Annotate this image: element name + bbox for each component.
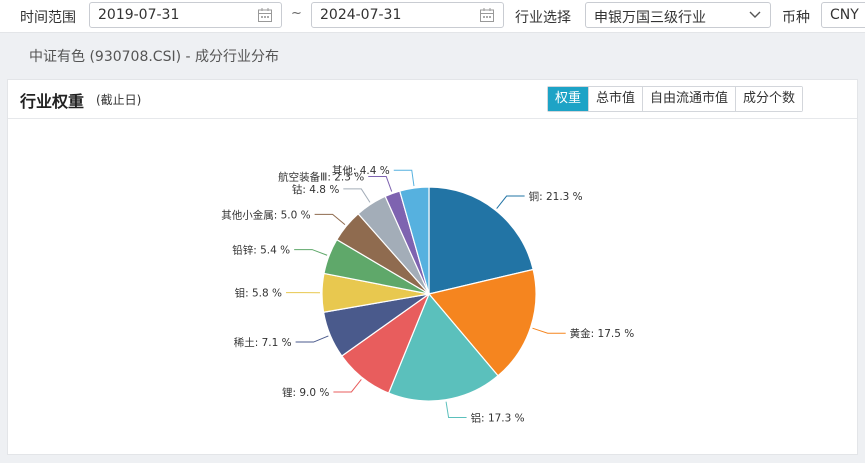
industry-select-value: 申银万国三级行业 [594,10,706,26]
start-date-input[interactable]: 2019-07-31 [89,2,282,28]
pie-leader-line-7 [314,213,346,225]
pie-leader-line-10 [393,169,415,187]
currency-label: 币种 [782,10,810,26]
pie-leader-line-6 [294,249,328,256]
end-date-input[interactable]: 2024-07-31 [311,2,504,28]
pie-chart: 铜: 21.3 % 黄金: 17.5 % 铝: 17.3 % 锂: 9.0 % 稀土: … [221,164,635,424]
pie-label-5: 钼: 5.8 % [235,287,282,300]
pie-label-3: 锂: 9.0 % [282,386,329,399]
date-separator: ~ [291,6,302,21]
pie-leader-line-0 [496,195,525,209]
pie-leader-line-3 [333,379,362,393]
industry-weight-panel: 行业权重 (截止日) 权重 总市值 自由流通市值 成分个数 铜: 21.3 % 黄… [7,79,858,455]
pie-label-2: 铝: 17.3 % [471,411,525,424]
calendar-icon[interactable] [257,7,273,23]
pie-label-8: 钴: 4.8 % [292,184,339,196]
pie-label-0: 铜: 21.3 % [529,191,583,203]
pie-leader-line-9 [368,176,393,192]
pie-label-7: 其他小金属: 5.0 % [221,208,310,221]
pie-label-6: 铅锌: 5.4 % [232,244,290,257]
chevron-down-icon [749,11,761,18]
calendar-icon[interactable] [479,7,495,23]
filter-bar: 时间范围 2019-07-31 ~ 2024-07-31 行业选择 申银万国三级… [0,0,865,33]
pie-leader-line-8 [343,188,371,203]
currency-select-value: CNY [830,7,859,23]
start-date-value: 2019-07-31 [98,7,180,23]
pie-label-4: 稀土: 7.1 % [234,336,292,349]
end-date-value: 2024-07-31 [320,7,402,23]
pie-label-1: 黄金: 17.5 % [570,327,635,340]
page-subtitle: 中证有色 (930708.CSI) - 成分行业分布 [29,49,280,65]
industry-label: 行业选择 [515,10,571,26]
pie-leader-line-4 [295,335,329,343]
pie-label-10: 其他: 4.4 % [332,164,390,177]
pie-leader-line-2 [445,401,467,418]
industry-select[interactable]: 申银万国三级行业 [585,2,771,28]
currency-select[interactable]: CNY [821,2,865,28]
time-range-label: 时间范围 [20,10,76,26]
pie-leader-line-1 [532,327,566,334]
